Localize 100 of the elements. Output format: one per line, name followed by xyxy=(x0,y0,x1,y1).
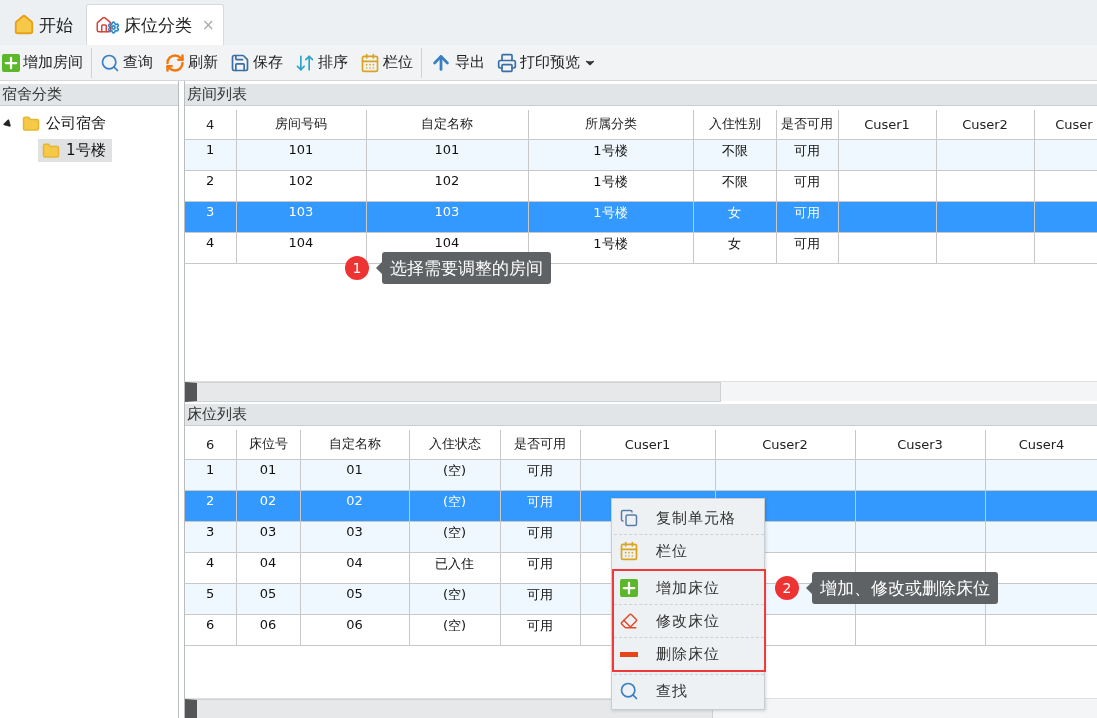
tree-item[interactable]: 公司宿舍 xyxy=(18,112,112,135)
toolbar-button[interactable]: 保存 xyxy=(228,47,285,78)
row-number: 4 xyxy=(185,232,236,263)
table-cell: 03 xyxy=(300,521,409,552)
table-cell: 101 xyxy=(236,139,366,170)
table-cell: 女 xyxy=(693,201,776,232)
column-header[interactable]: Cuser2 xyxy=(936,110,1034,139)
column-header[interactable]: 床位号 xyxy=(236,430,300,459)
row-number: 3 xyxy=(185,521,236,552)
table-cell: 01 xyxy=(236,459,300,490)
table-cell: 1号楼 xyxy=(528,139,693,170)
table-cell: 102 xyxy=(236,170,366,201)
toolbar-button[interactable]: 栏位 xyxy=(358,47,415,78)
table-cell: 02 xyxy=(300,490,409,521)
row-number: 1 xyxy=(185,459,236,490)
table-cell: 06 xyxy=(300,614,409,645)
house-icon xyxy=(13,14,35,36)
minus-icon xyxy=(620,651,638,657)
table-cell: 可用 xyxy=(500,490,580,521)
table-cell: 103 xyxy=(236,201,366,232)
toolbar-button[interactable]: 增加房间 xyxy=(0,47,85,78)
table-cell: 1号楼 xyxy=(528,170,693,201)
table-cell: 104 xyxy=(236,232,366,263)
menu-item[interactable]: 查找 xyxy=(614,674,764,707)
search-icon xyxy=(619,681,639,701)
tab[interactable]: 床位分类 × xyxy=(86,4,224,45)
column-header[interactable]: Cuser3 xyxy=(855,430,985,459)
table-cell: 03 xyxy=(236,521,300,552)
table-cell: 可用 xyxy=(500,459,580,490)
toolbar-button[interactable]: 导出 xyxy=(428,47,487,78)
toolbar-button[interactable]: 打印预览 xyxy=(495,47,599,78)
row-number: 2 xyxy=(185,170,236,201)
plus-icon xyxy=(620,579,638,597)
row-number: 1 xyxy=(185,139,236,170)
table-cell: 01 xyxy=(300,459,409,490)
plus-icon xyxy=(2,53,20,72)
row-number: 3 xyxy=(185,201,236,232)
tree-item[interactable]: 1号楼 xyxy=(38,139,112,162)
horizontal-scrollbar[interactable] xyxy=(185,381,1097,401)
column-header[interactable]: 房间号码 xyxy=(236,110,366,139)
table-cell xyxy=(1034,139,1097,170)
column-header[interactable]: Cuser xyxy=(1034,110,1097,139)
table-cell: 103 xyxy=(366,201,528,232)
column-header[interactable]: Cuser1 xyxy=(838,110,936,139)
menu-item[interactable]: 删除床位 xyxy=(614,637,764,670)
folder-icon xyxy=(42,141,60,160)
table-cell: 可用 xyxy=(500,521,580,552)
row-number: 2 xyxy=(185,490,236,521)
eraser-icon xyxy=(620,612,638,630)
table-cell: 可用 xyxy=(776,139,838,170)
menu-item[interactable]: 栏位 xyxy=(614,534,764,567)
panel-title: 宿舍分类 xyxy=(0,84,178,106)
row-number: 5 xyxy=(185,583,236,614)
menu-item[interactable]: 增加床位 xyxy=(614,571,764,604)
column-header[interactable]: Cuser2 xyxy=(715,430,855,459)
printer-icon xyxy=(497,52,517,73)
column-header[interactable]: 是否可用 xyxy=(500,430,580,459)
toolbar-button[interactable]: 刷新 xyxy=(163,47,220,78)
table-cell: 可用 xyxy=(500,583,580,614)
table-cell: 可用 xyxy=(776,201,838,232)
tab[interactable]: 开始 xyxy=(4,4,82,45)
calendar-icon xyxy=(619,541,639,561)
expander-icon[interactable] xyxy=(2,117,14,130)
table-cell: 不限 xyxy=(693,139,776,170)
table-cell: 已入住 xyxy=(409,552,500,583)
table-cell: 102 xyxy=(366,170,528,201)
column-header[interactable]: 所属分类 xyxy=(528,110,693,139)
table-cell: 06 xyxy=(236,614,300,645)
menu-item[interactable]: 复制单元格 xyxy=(614,501,764,534)
table-cell: 02 xyxy=(236,490,300,521)
column-header[interactable]: 是否可用 xyxy=(776,110,838,139)
table-cell: 101 xyxy=(366,139,528,170)
row-count: 4 xyxy=(185,110,236,139)
refresh-icon xyxy=(165,52,185,73)
table-cell xyxy=(1034,170,1097,201)
table-cell: 1号楼 xyxy=(528,201,693,232)
table-cell: 可用 xyxy=(500,614,580,645)
horizontal-scrollbar[interactable] xyxy=(185,698,1097,718)
toolbar-button[interactable]: 查询 xyxy=(98,47,155,78)
table-cell: 05 xyxy=(300,583,409,614)
column-header[interactable]: 自定名称 xyxy=(300,430,409,459)
menu-item[interactable]: 修改床位 xyxy=(614,604,764,637)
table-cell: 女 xyxy=(693,232,776,263)
table-cell: 可用 xyxy=(776,170,838,201)
callout-text: 增加、修改或删除床位 xyxy=(812,572,998,604)
table-cell: 可用 xyxy=(500,552,580,583)
column-header[interactable]: 入住性别 xyxy=(693,110,776,139)
toolbar-button[interactable]: 排序 xyxy=(293,47,350,78)
column-header[interactable]: Cuser1 xyxy=(580,430,715,459)
copy-icon xyxy=(620,509,638,527)
column-header[interactable]: 自定名称 xyxy=(366,110,528,139)
table-cell: (空) xyxy=(409,459,500,490)
table-cell: (空) xyxy=(409,614,500,645)
column-header[interactable]: Cuser4 xyxy=(985,430,1097,459)
save-icon xyxy=(230,52,250,73)
table-cell xyxy=(1034,201,1097,232)
column-header[interactable]: 入住状态 xyxy=(409,430,500,459)
table-cell: 04 xyxy=(300,552,409,583)
row-number: 6 xyxy=(185,614,236,645)
folder-icon xyxy=(22,114,40,133)
